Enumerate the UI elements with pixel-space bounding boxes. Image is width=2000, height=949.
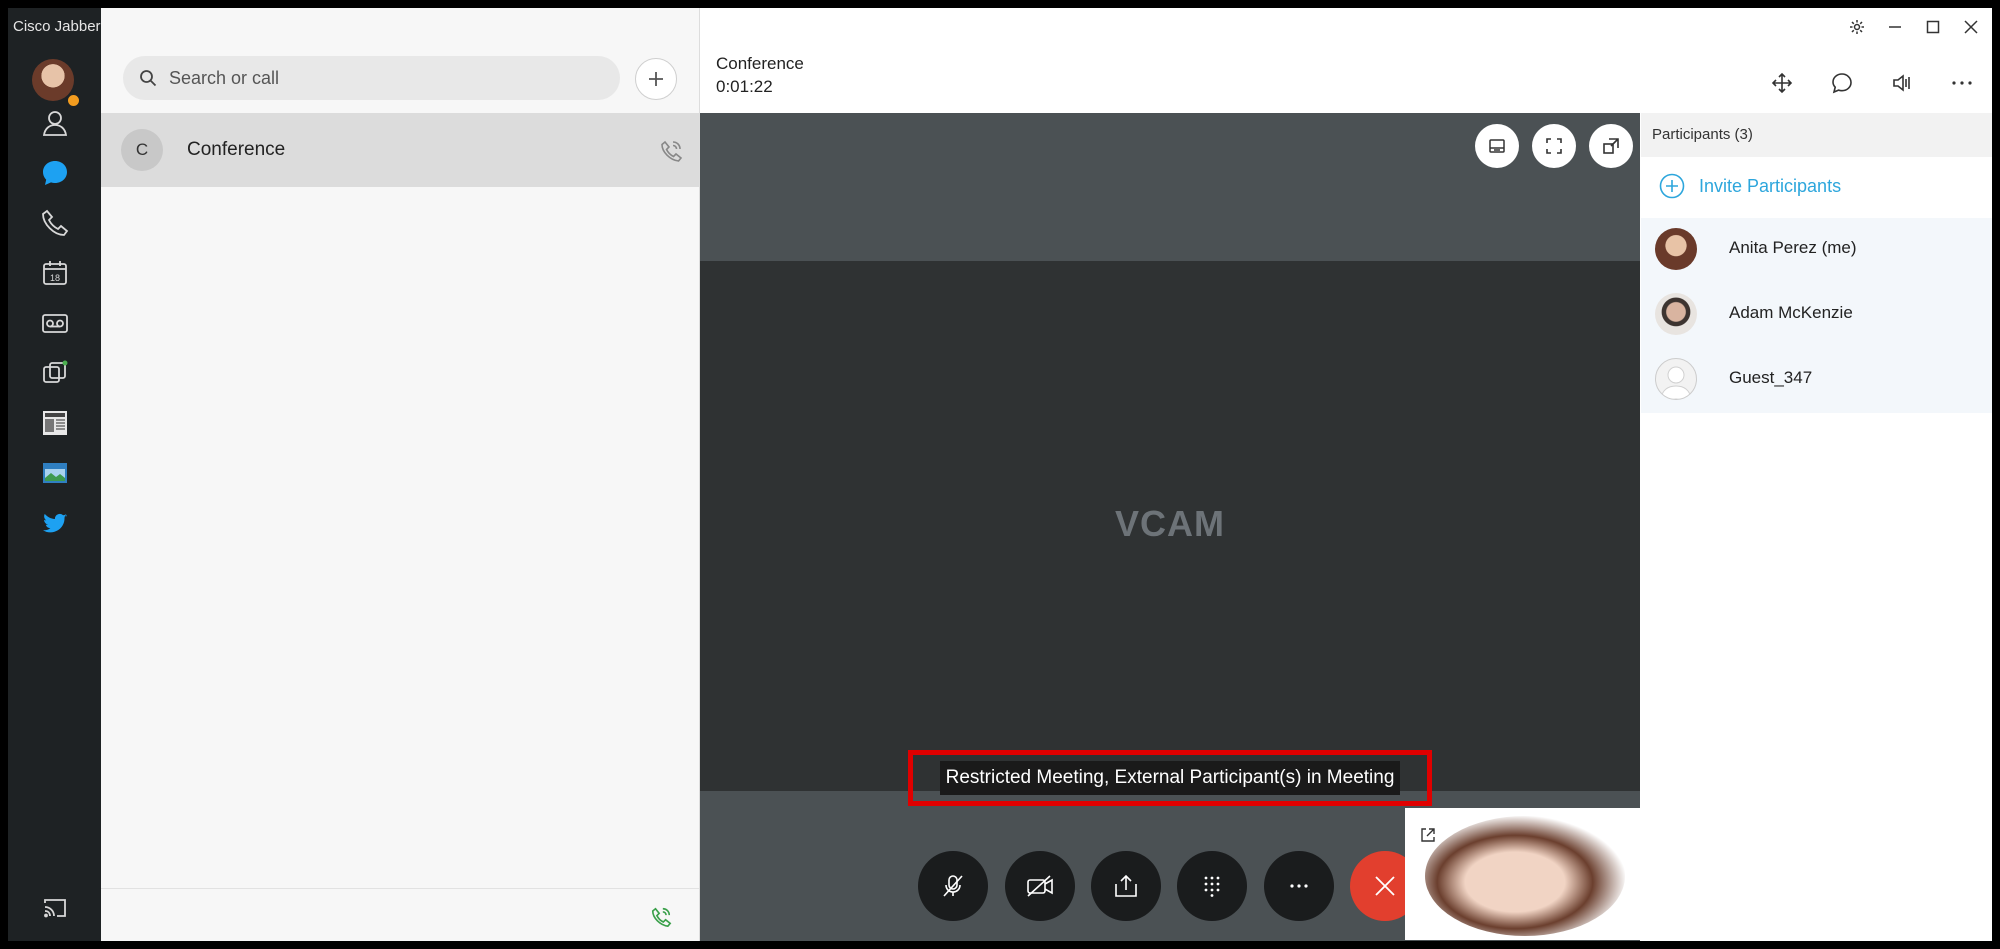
nav-rail: Cisco Jabber 18 xyxy=(8,8,101,941)
svg-text:18: 18 xyxy=(49,273,59,283)
self-view-image xyxy=(1425,816,1625,936)
fullscreen-button[interactable] xyxy=(1532,124,1576,168)
jabber-window: Cisco Jabber 18 Search or call C Confere… xyxy=(8,8,1992,941)
add-button[interactable] xyxy=(635,58,677,100)
panel-footer xyxy=(101,888,699,941)
participants-header: Participants (3) xyxy=(1641,113,1992,157)
participant-name: Anita Perez (me) xyxy=(1729,238,1857,257)
participants-count-label: Participants (3) xyxy=(1652,126,1753,143)
calendar-nav-icon[interactable]: 18 xyxy=(8,248,101,298)
end-call-x-icon xyxy=(1375,876,1395,896)
pop-out-icon xyxy=(1603,138,1619,154)
participant-avatar xyxy=(1655,293,1697,335)
search-input[interactable] xyxy=(167,66,611,90)
speaker-icon[interactable] xyxy=(1872,67,1932,99)
voicemail-nav-icon[interactable] xyxy=(8,298,101,348)
maximize-icon[interactable] xyxy=(1918,14,1948,40)
active-call-icon xyxy=(661,140,683,162)
custom-tab-icon[interactable] xyxy=(8,448,101,498)
default-avatar-icon xyxy=(1655,358,1697,400)
chat-bubble-icon[interactable] xyxy=(1812,67,1872,99)
participant-name: Adam McKenzie xyxy=(1729,303,1853,322)
meetings-nav-icon[interactable] xyxy=(8,348,101,398)
microphone-muted-icon xyxy=(943,875,963,897)
participants-list: Anita Perez (me) Adam McKenzie Guest_347 xyxy=(1641,218,1992,413)
invite-participants-button[interactable]: Invite Participants xyxy=(1659,173,1841,199)
pop-out-button[interactable] xyxy=(1589,124,1633,168)
add-circle-icon xyxy=(1659,173,1685,199)
call-timer: 0:01:22 xyxy=(716,77,773,96)
close-icon[interactable] xyxy=(1956,14,1986,40)
search-icon xyxy=(140,70,157,87)
participants-panel: Participants (3) Invite Participants Ani… xyxy=(1641,113,1992,941)
camera-button[interactable] xyxy=(1005,851,1075,921)
call-toolbar xyxy=(1752,67,1992,99)
more-call-options-button[interactable] xyxy=(1264,851,1334,921)
chats-nav-icon[interactable] xyxy=(8,148,101,198)
news-nav-icon[interactable] xyxy=(8,398,101,448)
more-options-icon[interactable] xyxy=(1932,67,1992,99)
conversations-panel: C Conference xyxy=(101,8,700,941)
self-view-video[interactable] xyxy=(1405,808,1641,940)
fullscreen-icon xyxy=(1546,138,1562,154)
call-status-icon[interactable] xyxy=(650,906,672,928)
invite-participants-label: Invite Participants xyxy=(1699,175,1842,196)
participant-name: Guest_347 xyxy=(1729,368,1813,387)
conversation-name: Conference xyxy=(187,139,286,160)
video-watermark: VCAM xyxy=(1115,503,1225,544)
search-bar[interactable] xyxy=(123,56,620,100)
share-screen-button[interactable] xyxy=(1091,851,1161,921)
layout-icon xyxy=(1489,139,1505,153)
share-icon xyxy=(1115,874,1137,897)
restricted-meeting-banner: Restricted Meeting, External Participant… xyxy=(908,750,1432,806)
app-title: Cisco Jabber xyxy=(13,18,101,35)
participant-row[interactable]: Adam McKenzie xyxy=(1641,283,1992,347)
conversation-item-conference[interactable]: C Conference xyxy=(101,113,699,187)
minimize-icon[interactable] xyxy=(1880,14,1910,40)
keypad-button[interactable] xyxy=(1177,851,1247,921)
keypad-icon xyxy=(1204,876,1220,897)
pop-out-icon xyxy=(1421,828,1435,842)
ellipsis-icon xyxy=(1290,884,1308,888)
participant-row[interactable]: Guest_347 xyxy=(1641,348,1992,412)
layout-toggle-button[interactable] xyxy=(1475,124,1519,168)
settings-gear-icon[interactable] xyxy=(1842,14,1872,40)
restricted-meeting-text: Restricted Meeting, External Participant… xyxy=(939,761,1401,795)
contacts-nav-icon[interactable] xyxy=(8,98,101,148)
mute-button[interactable] xyxy=(918,851,988,921)
plus-icon xyxy=(649,72,663,86)
camera-off-icon xyxy=(1027,875,1053,897)
self-view-popout-button[interactable] xyxy=(1415,822,1441,848)
call-window: Conference 0:01:22 VCAM Restricted Meeti… xyxy=(700,8,1992,941)
cast-screen-icon[interactable] xyxy=(8,883,101,933)
conversation-avatar: C xyxy=(121,129,163,171)
call-title: Conference xyxy=(716,54,804,73)
calls-nav-icon[interactable] xyxy=(8,198,101,248)
video-area: VCAM Restricted Meeting, External Partic… xyxy=(700,113,1641,941)
twitter-nav-icon[interactable] xyxy=(8,498,101,548)
participant-avatar xyxy=(1655,228,1697,270)
move-icon[interactable] xyxy=(1752,67,1812,99)
window-controls xyxy=(1842,14,1986,40)
participant-row[interactable]: Anita Perez (me) xyxy=(1641,218,1992,282)
